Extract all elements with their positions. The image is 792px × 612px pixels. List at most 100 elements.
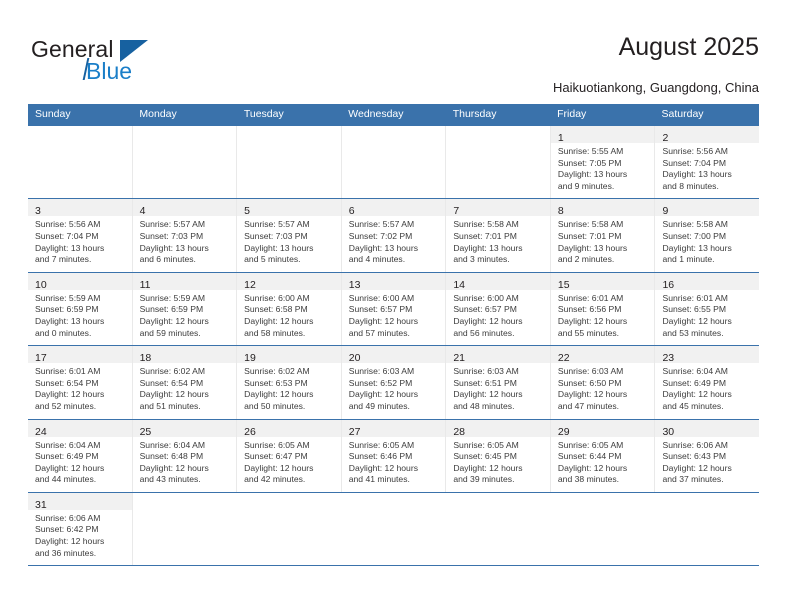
day-detail-line: Sunrise: 6:03 AM xyxy=(557,366,624,377)
calendar-day-cell[interactable]: 15 Sunrise: 6:01 AM Sunset: 6:56 PM Dayligh… xyxy=(550,272,656,346)
day-number-band xyxy=(133,126,237,143)
day-detail-text: Sunrise: 5:59 AM Sunset: 6:59 PM Daylight:… xyxy=(133,290,237,345)
day-detail-line: Sunrise: 6:03 AM xyxy=(348,366,415,377)
calendar-day-cell[interactable]: 2 Sunrise: 5:56 AM Sunset: 7:04 PM Daylight… xyxy=(655,126,760,199)
day-detail-text: Sunrise: 6:03 AM Sunset: 6:51 PM Daylight:… xyxy=(446,363,550,418)
page-subtitle: Haikuotiankong, Guangdong, China xyxy=(553,80,759,95)
calendar-day-cell[interactable]: 8 Sunrise: 5:58 AM Sunset: 7:01 PM Daylight… xyxy=(550,199,656,272)
day-detail-line: Sunset: 6:58 PM xyxy=(244,304,308,315)
calendar-day-cell[interactable]: 25 Sunrise: 6:04 AM Sunset: 6:48 PM Dayligh… xyxy=(132,419,238,492)
day-detail-line: Daylight: 12 hours xyxy=(348,462,419,473)
day-number: 29 xyxy=(557,425,570,438)
day-detail-text xyxy=(238,510,342,519)
day-detail-line: Daylight: 13 hours xyxy=(244,242,314,253)
calendar-day-cell[interactable]: 28 Sunrise: 6:05 AM Sunset: 6:45 PM Dayligh… xyxy=(446,419,551,492)
day-detail-line: Sunset: 6:49 PM xyxy=(662,377,727,388)
day-detail-text xyxy=(446,510,550,519)
calendar-day-cell[interactable]: 3 Sunrise: 5:56 AM Sunset: 7:04 PM Daylight… xyxy=(28,199,133,272)
calendar-day-cell[interactable]: 19 Sunrise: 6:02 AM Sunset: 6:53 PM Dayligh… xyxy=(237,346,342,419)
day-detail-line: Daylight: 12 hours xyxy=(348,389,419,400)
day-detail-line: Sunset: 6:53 PM xyxy=(244,377,308,388)
day-detail-text: Sunrise: 5:57 AM Sunset: 7:03 PM Daylight:… xyxy=(237,216,341,271)
calendar-day-cell[interactable]: 9 Sunrise: 5:58 AM Sunset: 7:00 PM Daylight… xyxy=(655,199,760,272)
day-detail-text xyxy=(342,510,446,519)
calendar-day-cell-empty xyxy=(28,126,133,199)
day-number-band xyxy=(550,493,654,510)
calendar-day-cell[interactable]: 18 Sunrise: 6:02 AM Sunset: 6:54 PM Dayligh… xyxy=(132,346,238,419)
day-detail-line: Daylight: 13 hours xyxy=(662,169,732,180)
calendar-day-cell[interactable]: 4 Sunrise: 5:57 AM Sunset: 7:03 PM Daylight… xyxy=(132,199,238,272)
day-number: 28 xyxy=(453,425,465,438)
calendar-day-cell[interactable]: 17 Sunrise: 6:01 AM Sunset: 6:54 PM Dayligh… xyxy=(28,346,133,419)
calendar-day-cell[interactable]: 31 Sunrise: 6:06 AM Sunset: 6:42 PM Dayligh… xyxy=(28,492,134,566)
day-detail-line: Sunrise: 6:00 AM xyxy=(244,292,310,303)
day-detail-line: and 59 minutes. xyxy=(139,327,201,338)
day-number: 24 xyxy=(35,425,47,438)
calendar-day-cell[interactable]: 26 Sunrise: 6:05 AM Sunset: 6:47 PM Dayligh… xyxy=(237,419,342,492)
day-detail-text: Sunrise: 5:57 AM Sunset: 7:02 PM Daylight:… xyxy=(342,216,446,271)
day-detail-line: Sunrise: 6:02 AM xyxy=(244,366,310,377)
day-number-band: 6 xyxy=(341,199,446,217)
calendar-day-cell[interactable]: 14 Sunrise: 6:00 AM Sunset: 6:57 PM Dayligh… xyxy=(446,272,551,346)
calendar-day-cell[interactable]: 7 Sunrise: 5:58 AM Sunset: 7:01 PM Daylight… xyxy=(446,199,551,272)
day-number: 4 xyxy=(139,205,146,218)
day-number-band: 13 xyxy=(341,272,446,291)
weekday-header-monday: Monday xyxy=(139,108,177,120)
day-detail-line: and 56 minutes. xyxy=(453,327,515,338)
day-detail-line: and 2 minutes. xyxy=(557,254,615,265)
weekday-header-saturday: Saturday xyxy=(661,108,704,120)
logo-text-blue: Blue xyxy=(86,58,133,84)
day-detail-line: Sunset: 7:04 PM xyxy=(662,157,727,168)
day-detail-line: Sunrise: 5:55 AM xyxy=(557,146,624,156)
day-number-band: 5 xyxy=(237,199,341,217)
calendar-day-cell[interactable]: 21 Sunrise: 6:03 AM Sunset: 6:51 PM Dayligh… xyxy=(446,346,551,419)
day-detail-line: and 48 minutes. xyxy=(453,400,515,411)
calendar-day-cell-empty xyxy=(550,492,655,566)
calendar-day-cell[interactable]: 30 Sunrise: 6:06 AM Sunset: 6:43 PM Dayligh… xyxy=(655,419,760,492)
day-detail-text: Sunrise: 6:04 AM Sunset: 6:48 PM Daylight:… xyxy=(133,437,237,492)
calendar-day-cell[interactable]: 24 Sunrise: 6:04 AM Sunset: 6:49 PM Dayligh… xyxy=(28,419,133,492)
day-detail-line: Sunrise: 5:59 AM xyxy=(35,292,101,303)
day-detail-text: Sunrise: 6:01 AM Sunset: 6:56 PM Daylight:… xyxy=(551,290,655,345)
calendar-day-cell[interactable]: 13 Sunrise: 6:00 AM Sunset: 6:57 PM Dayligh… xyxy=(341,272,447,346)
day-detail-line: Sunrise: 6:05 AM xyxy=(244,439,310,450)
day-detail-text: Sunrise: 5:59 AM Sunset: 6:59 PM Daylight:… xyxy=(28,290,132,345)
weekday-header-friday: Friday xyxy=(557,108,587,120)
day-number-band: 10 xyxy=(28,272,132,291)
calendar-day-cell[interactable]: 6 Sunrise: 5:57 AM Sunset: 7:02 PM Daylight… xyxy=(341,199,447,272)
calendar-day-cell[interactable]: 29 Sunrise: 6:05 AM Sunset: 6:44 PM Dayligh… xyxy=(550,419,656,492)
day-detail-text: Sunrise: 6:04 AM Sunset: 6:49 PM Daylight:… xyxy=(28,437,132,492)
calendar-weeks: 1 Sunrise: 5:55 AM Sunset: 7:05 PM Daylight… xyxy=(28,126,760,566)
calendar-day-cell[interactable]: 16 Sunrise: 6:01 AM Sunset: 6:55 PM Dayligh… xyxy=(655,272,760,346)
day-number: 14 xyxy=(453,278,465,291)
day-detail-line: Sunrise: 6:01 AM xyxy=(35,366,101,377)
day-number-band: 25 xyxy=(132,419,237,438)
day-detail-line: Daylight: 13 hours xyxy=(348,242,419,253)
day-detail-line: Sunrise: 5:57 AM xyxy=(348,219,415,230)
day-number: 22 xyxy=(557,352,570,365)
calendar-day-cell-empty xyxy=(654,492,759,566)
calendar-day-cell-empty xyxy=(341,126,447,199)
day-number-band: 30 xyxy=(655,419,760,438)
day-detail-line: and 47 minutes. xyxy=(557,400,620,411)
calendar-day-cell[interactable]: 27 Sunrise: 6:05 AM Sunset: 6:46 PM Dayligh… xyxy=(341,419,447,492)
calendar-day-cell[interactable]: 12 Sunrise: 6:00 AM Sunset: 6:58 PM Dayligh… xyxy=(237,272,342,346)
calendar-day-cell-empty xyxy=(446,126,551,199)
calendar-day-cell[interactable]: 11 Sunrise: 5:59 AM Sunset: 6:59 PM Dayligh… xyxy=(132,272,238,346)
day-detail-line: Sunset: 7:01 PM xyxy=(453,230,517,241)
calendar-day-cell[interactable]: 1 Sunrise: 5:55 AM Sunset: 7:05 PM Daylight… xyxy=(550,126,656,199)
day-detail-line: and 38 minutes. xyxy=(557,474,620,485)
calendar-day-cell[interactable]: 20 Sunrise: 6:03 AM Sunset: 6:52 PM Dayligh… xyxy=(341,346,447,419)
calendar-day-cell[interactable]: 10 Sunrise: 5:59 AM Sunset: 6:59 PM Dayligh… xyxy=(28,272,133,346)
day-detail-text: Sunrise: 6:01 AM Sunset: 6:55 PM Daylight:… xyxy=(655,290,759,345)
day-detail-line: Sunset: 6:49 PM xyxy=(35,451,99,462)
day-number: 1 xyxy=(557,132,564,144)
calendar-day-cell[interactable]: 23 Sunrise: 6:04 AM Sunset: 6:49 PM Dayligh… xyxy=(655,346,760,419)
calendar-week-row: 1 Sunrise: 5:55 AM Sunset: 7:05 PM Daylight… xyxy=(28,126,760,199)
calendar-day-cell-empty xyxy=(237,492,342,566)
calendar-day-cell[interactable]: 5 Sunrise: 5:57 AM Sunset: 7:03 PM Daylight… xyxy=(237,199,342,272)
day-detail-line: and 43 minutes. xyxy=(139,474,201,485)
day-detail-line: Sunrise: 6:06 AM xyxy=(662,439,728,450)
day-detail-line: Sunset: 6:47 PM xyxy=(244,451,308,462)
calendar-day-cell[interactable]: 22 Sunrise: 6:03 AM Sunset: 6:50 PM Dayligh… xyxy=(550,346,656,419)
